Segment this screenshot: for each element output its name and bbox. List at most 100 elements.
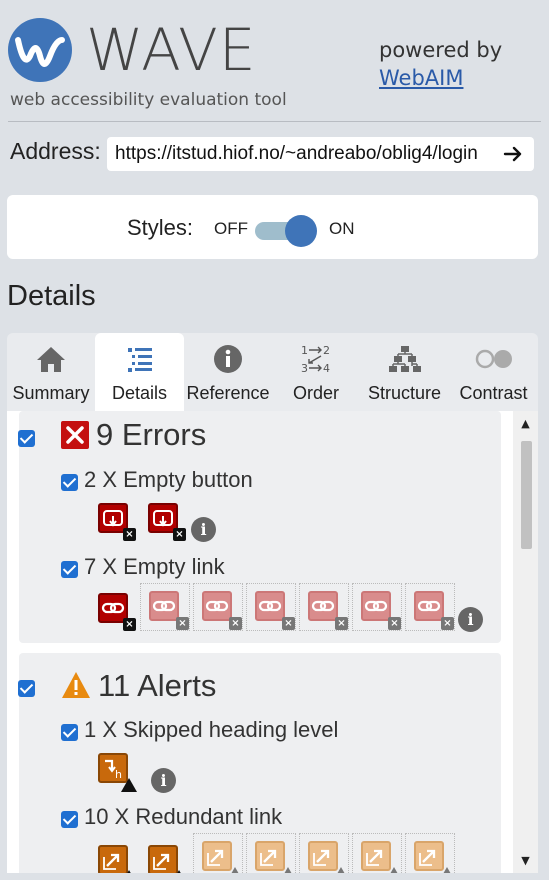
- alert-mini-warning-icon: [171, 870, 187, 873]
- order-icon: 1 2 3 4: [301, 344, 330, 375]
- styles-on-label: ON: [329, 219, 355, 238]
- empty-link-badge[interactable]: ×: [405, 583, 455, 631]
- svg-text:4: 4: [323, 362, 330, 375]
- error-mini-x-icon: ×: [173, 528, 186, 541]
- errors-group: 9 Errors 2 X Empty button × × i 7 X Empt…: [18, 411, 501, 643]
- svg-text:3: 3: [301, 362, 308, 375]
- styles-toggle-panel: Styles: OFF ON: [7, 195, 538, 259]
- details-panel: 9 Errors 2 X Empty button × × i 7 X Empt…: [7, 411, 538, 873]
- powered-by-label: powered by: [379, 38, 503, 62]
- redundant-link-badge[interactable]: [352, 833, 402, 873]
- tab-order[interactable]: 1 2 3 4 Order: [272, 333, 360, 411]
- alert-mini-warning-icon: [386, 867, 402, 873]
- redundant-link-checkbox[interactable]: [61, 811, 78, 828]
- scrollbar-thumb[interactable]: [521, 441, 532, 549]
- error-x-icon: [61, 421, 89, 449]
- empty-link-badge[interactable]: ×: [299, 583, 349, 631]
- empty-button-label: 2 X Empty button: [84, 467, 253, 492]
- errors-checkbox[interactable]: [18, 430, 35, 447]
- tab-summary-label: Summary: [12, 383, 90, 403]
- tab-reference[interactable]: Reference: [184, 333, 272, 411]
- tab-details[interactable]: Details: [95, 333, 184, 411]
- skipped-heading-label: 1 X Skipped heading level: [84, 717, 339, 742]
- empty-link-badge[interactable]: ×: [246, 583, 296, 631]
- logo-text: WAVE: [86, 16, 257, 84]
- home-icon: [37, 347, 65, 372]
- styles-off-label: OFF: [214, 219, 248, 238]
- tab-structure[interactable]: Structure: [360, 333, 449, 411]
- alert-mini-warning-icon: [280, 867, 296, 873]
- tab-contrast-label: Contrast: [459, 383, 528, 403]
- header: WAVE web accessibility evaluation tool p…: [0, 0, 549, 120]
- error-mini-x-icon: ×: [229, 617, 242, 630]
- error-mini-x-icon: ×: [282, 617, 295, 630]
- alert-mini-warning-icon: [121, 870, 137, 873]
- header-divider: [8, 121, 541, 122]
- empty-link-icon: [414, 591, 444, 621]
- empty-button-info-icon[interactable]: i: [191, 517, 216, 542]
- error-mini-x-icon: ×: [123, 618, 136, 631]
- errors-title: 9 Errors: [96, 417, 207, 452]
- redundant-link-icon: [148, 845, 178, 873]
- empty-link-icon: [202, 591, 232, 621]
- redundant-link-badge[interactable]: [246, 833, 296, 873]
- info-circle-icon: [214, 345, 242, 373]
- redundant-link-icon: [98, 845, 128, 873]
- empty-link-icon: [255, 591, 285, 621]
- arrow-right-icon: [503, 146, 522, 162]
- redundant-link-badge[interactable]: [144, 841, 187, 873]
- alert-mini-warning-icon: [333, 867, 349, 873]
- error-mini-x-icon: ×: [441, 617, 454, 630]
- skipped-heading-checkbox[interactable]: [61, 724, 78, 741]
- svg-text:1: 1: [301, 344, 308, 357]
- empty-link-checkbox[interactable]: [61, 561, 78, 578]
- tab-summary[interactable]: Summary: [7, 333, 95, 411]
- alert-mini-warning-icon: [439, 867, 455, 873]
- redundant-link-badge[interactable]: [299, 833, 349, 873]
- alert-warning-icon: [61, 671, 91, 703]
- tab-contrast[interactable]: Contrast: [449, 333, 538, 411]
- empty-link-info-icon[interactable]: i: [458, 607, 483, 632]
- address-bar: [107, 137, 534, 171]
- svg-text:2: 2: [323, 344, 330, 357]
- error-mini-x-icon: ×: [176, 617, 189, 630]
- alert-mini-warning-icon: [227, 867, 243, 873]
- skipped-heading-badge[interactable]: h: [94, 749, 137, 792]
- empty-link-badge[interactable]: ×: [140, 583, 190, 631]
- go-arrow-button[interactable]: [500, 140, 526, 168]
- address-input[interactable]: [115, 137, 495, 171]
- empty-button-checkbox[interactable]: [61, 474, 78, 491]
- empty-link-icon: [308, 591, 338, 621]
- error-mini-x-icon: ×: [123, 528, 136, 541]
- scroll-down-arrow-icon[interactable]: ▼: [513, 854, 538, 867]
- empty-button-badge[interactable]: ×: [144, 499, 186, 541]
- section-title: Details: [7, 280, 96, 312]
- alerts-checkbox[interactable]: [18, 680, 35, 697]
- redundant-link-badge[interactable]: [193, 833, 243, 873]
- empty-link-label: 7 X Empty link: [84, 554, 225, 579]
- tab-bar: Summary Details Reference 1 2 3 4 Order Str…: [7, 333, 538, 411]
- tab-details-label: Details: [111, 383, 168, 403]
- empty-link-icon: [149, 591, 179, 621]
- empty-button-badge[interactable]: ×: [94, 499, 136, 541]
- scroll-up-arrow-icon[interactable]: ▲: [513, 417, 538, 430]
- empty-link-badge[interactable]: ×: [352, 583, 402, 631]
- empty-link-icon: [361, 591, 391, 621]
- alerts-group: 11 Alerts 1 X Skipped heading level h i …: [18, 653, 501, 873]
- webaim-link[interactable]: WebAIM: [379, 66, 463, 90]
- redundant-link-badge[interactable]: [94, 841, 137, 873]
- empty-link-badge[interactable]: ×: [193, 583, 243, 631]
- skipped-heading-info-icon[interactable]: i: [151, 768, 176, 793]
- tab-structure-label: Structure: [367, 383, 442, 403]
- error-mini-x-icon: ×: [335, 617, 348, 630]
- alert-mini-warning-icon: [121, 778, 137, 792]
- styles-label: Styles:: [127, 215, 194, 240]
- tab-reference-label: Reference: [186, 383, 270, 403]
- empty-link-badge[interactable]: ×: [94, 589, 136, 631]
- tagline: web accessibility evaluation tool: [10, 90, 287, 110]
- address-label: Address:: [10, 138, 101, 164]
- styles-toggle-knob[interactable]: [285, 215, 317, 247]
- details-scrollbar[interactable]: ▲ ▼: [513, 411, 538, 873]
- redundant-link-badge[interactable]: [405, 833, 455, 873]
- tab-order-label: Order: [292, 383, 339, 403]
